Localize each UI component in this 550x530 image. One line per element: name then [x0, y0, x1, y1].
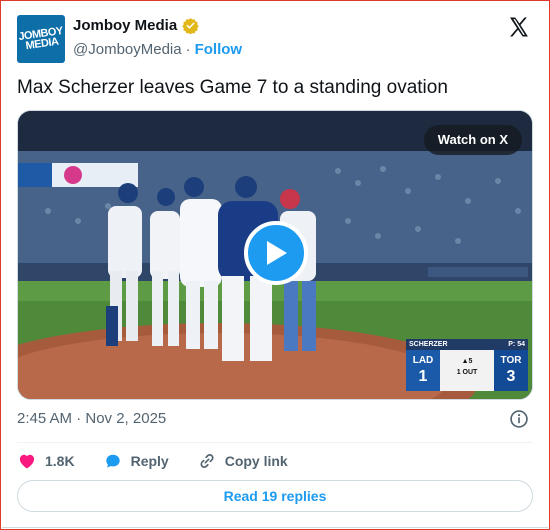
- scorebug-home-score: 3: [506, 368, 516, 385]
- bottom-border: [2, 527, 548, 528]
- copy-link-button[interactable]: Copy link: [197, 451, 288, 471]
- reply-bubble-icon: [105, 454, 120, 468]
- scorebug-inning: ▲5: [461, 358, 473, 365]
- tweet-embed: JOMBOY MEDIA Jomboy Media @JomboyMedia ·…: [0, 0, 550, 530]
- like-count: 1.8K: [45, 453, 75, 469]
- reply-button[interactable]: Reply: [103, 451, 169, 471]
- handle-separator: ·: [185, 41, 191, 58]
- avatar[interactable]: JOMBOY MEDIA: [17, 15, 65, 63]
- scorebug-pitcher: SCHERZER: [409, 341, 448, 348]
- tweet-text: Max Scherzer leaves Game 7 to a standing…: [17, 77, 448, 98]
- watch-on-x-badge[interactable]: Watch on X: [423, 125, 522, 155]
- verified-badge-icon: [182, 18, 199, 34]
- scorebug-home-team: TOR: [500, 355, 522, 366]
- scorebug-away-team: LAD: [412, 355, 434, 366]
- action-bar: 1.8K Reply Copy link: [17, 450, 316, 472]
- scorebug-outs: 1 OUT: [456, 369, 478, 376]
- author-name-row: Jomboy Media: [73, 17, 199, 34]
- follow-button[interactable]: Follow: [195, 41, 243, 58]
- scorebug: SCHERZER P: 54 LAD 1 ▲5 1 OUT TOR 3: [406, 339, 528, 391]
- play-button[interactable]: [244, 221, 308, 285]
- author-handle[interactable]: @JomboyMedia: [73, 41, 182, 58]
- like-button[interactable]: 1.8K: [17, 451, 75, 471]
- scorebug-pitch-count: P: 54: [508, 341, 525, 348]
- x-logo-icon[interactable]: [507, 15, 531, 39]
- author-display-name[interactable]: Jomboy Media: [73, 17, 177, 34]
- tweet-timestamp[interactable]: 2:45 AM · Nov 2, 2025: [17, 410, 166, 427]
- copy-link-label: Copy link: [224, 453, 288, 469]
- video-player[interactable]: Watch on X SCHERZER P: 54 LAD 1 ▲5 1 OUT: [17, 110, 533, 400]
- divider: [17, 442, 533, 443]
- scorebug-away-score: 1: [418, 368, 428, 385]
- reply-label: Reply: [130, 453, 169, 469]
- link-icon: [200, 454, 214, 468]
- read-replies-button[interactable]: Read 19 replies: [17, 480, 533, 512]
- author-handle-row: @JomboyMedia · Follow: [73, 41, 242, 58]
- heart-icon: [19, 454, 35, 469]
- info-icon[interactable]: [509, 409, 529, 429]
- play-icon: [267, 241, 287, 265]
